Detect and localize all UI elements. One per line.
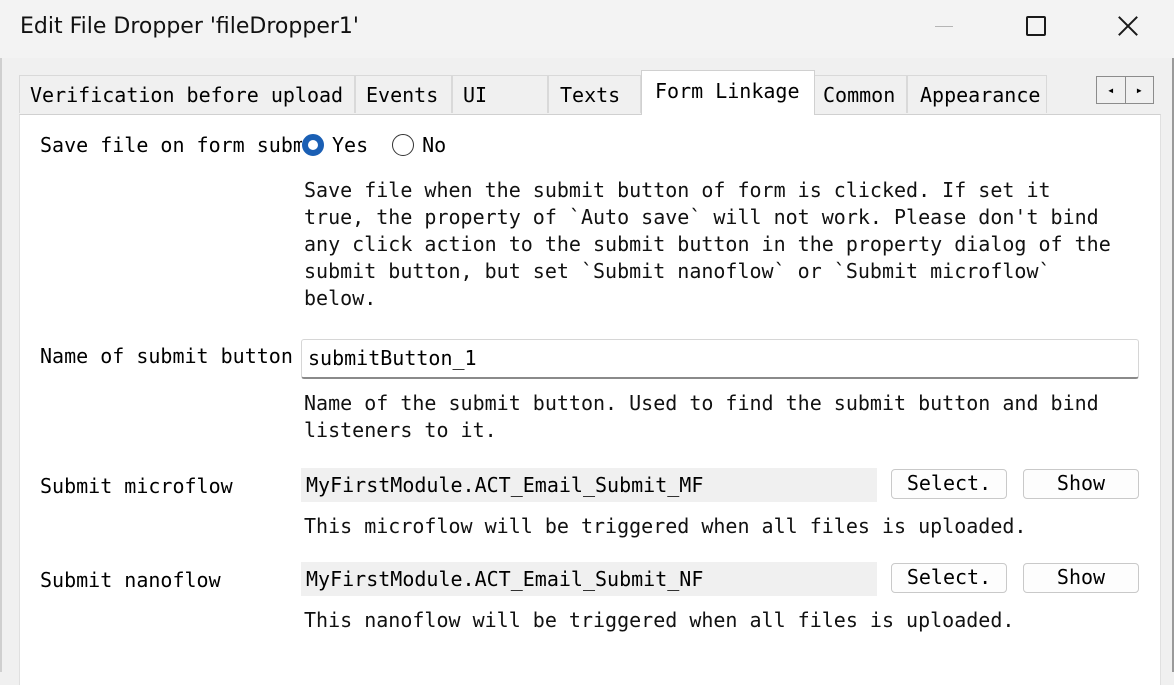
close-button[interactable]	[1082, 0, 1174, 52]
tab-common[interactable]: Common	[814, 75, 907, 113]
tab-events[interactable]: Events	[355, 75, 452, 113]
submit-nanoflow-value: MyFirstModule.ACT_Email_Submit_NF	[301, 562, 877, 596]
tab-form-linkage[interactable]: Form Linkage	[641, 70, 815, 115]
window-title: Edit File Dropper 'fileDropper1'	[20, 14, 359, 39]
radio-yes-label[interactable]: Yes	[332, 133, 368, 157]
submit-nanoflow-help: This nanoflow will be triggered when all…	[304, 608, 1015, 632]
tab-texts[interactable]: Texts	[548, 75, 641, 113]
show-microflow-button[interactable]: Show	[1023, 469, 1139, 499]
select-nanoflow-button[interactable]: Select.	[891, 563, 1007, 593]
title-bar: Edit File Dropper 'fileDropper1'	[0, 0, 1174, 58]
maximize-icon	[1026, 16, 1046, 36]
submit-button-name-help: Name of the submit button. Used to find …	[304, 391, 1099, 442]
maximize-button[interactable]	[990, 0, 1082, 52]
save-file-radio-group: Yes No	[302, 133, 470, 157]
tab-verification-before-upload[interactable]: Verification before upload	[19, 75, 355, 113]
window-border-left	[0, 58, 2, 672]
tab-strip: Verification before upload Events UI Tex…	[19, 70, 1159, 115]
minimize-icon	[935, 25, 953, 27]
submit-nanoflow-label: Submit nanoflow	[40, 568, 221, 592]
scroll-left-icon[interactable]: ◂	[1097, 77, 1125, 103]
radio-no-label[interactable]: No	[422, 133, 446, 157]
save-file-help: Save file when the submit button of form…	[304, 178, 1111, 310]
submit-button-name-label: Name of submit button	[40, 344, 293, 368]
submit-microflow-label: Submit microflow	[40, 474, 233, 498]
submit-microflow-value: MyFirstModule.ACT_Email_Submit_MF	[301, 468, 877, 502]
close-icon	[1117, 15, 1139, 37]
form-linkage-panel: Save file on form subm Yes No Save file …	[19, 114, 1161, 685]
minimize-button[interactable]	[898, 0, 990, 52]
tab-scroll-buttons: ◂ ▸	[1096, 76, 1154, 104]
scroll-right-icon[interactable]: ▸	[1124, 77, 1154, 103]
radio-yes[interactable]	[302, 134, 324, 156]
show-nanoflow-button[interactable]: Show	[1023, 563, 1139, 593]
submit-microflow-help: This microflow will be triggered when al…	[304, 514, 1027, 538]
save-file-label: Save file on form subm	[40, 133, 302, 157]
submit-button-name-input[interactable]: submitButton_1	[301, 339, 1139, 379]
tab-ui[interactable]: UI	[452, 75, 548, 113]
tab-appearance[interactable]: Appearance	[907, 75, 1047, 113]
radio-no[interactable]	[392, 134, 415, 156]
select-microflow-button[interactable]: Select.	[891, 469, 1007, 499]
